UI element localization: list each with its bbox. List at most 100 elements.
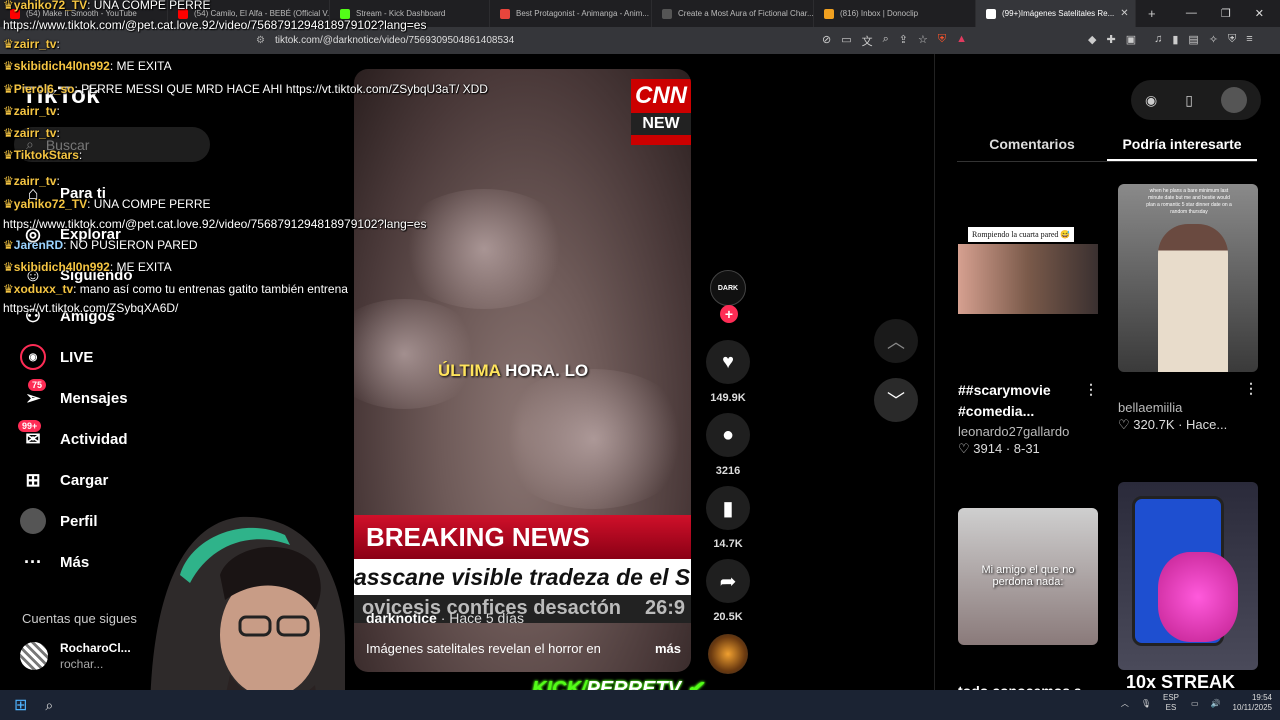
extension-icons: ◆ ✚ ▣ ♫ ▮ ▤ ✧ ⛨ ≡	[1088, 33, 1253, 46]
previous-video-button[interactable]: ︿	[874, 319, 918, 363]
tiktok-logo[interactable]: TikTok	[22, 82, 100, 110]
more-options-icon[interactable]: ⋮	[1244, 380, 1258, 397]
creator-avatar[interactable]: DARK	[710, 270, 746, 306]
vpn-icon[interactable]: ⛨	[1228, 33, 1236, 46]
comment-icon: ●	[706, 413, 750, 457]
phone-icon[interactable]: ▯	[1185, 92, 1193, 109]
more-button[interactable]: más	[655, 641, 681, 656]
menu-icon[interactable]: ≡	[1246, 33, 1252, 46]
nav-profile[interactable]: Perfil	[20, 508, 98, 534]
video-player[interactable]: CNN NEW ÚLTIMA HORA. LO BREAKING NEWS ass…	[354, 69, 691, 672]
share-button[interactable]: ➦ 20.5K	[706, 559, 750, 623]
follow-plus-icon[interactable]: +	[720, 305, 738, 323]
music-disc[interactable]	[708, 634, 748, 674]
following-account[interactable]: RocharoCl... rochar...	[20, 640, 131, 672]
more-options-icon[interactable]: ⋮	[1084, 381, 1098, 398]
tab-suggested[interactable]: Podría interesarte	[1107, 132, 1257, 161]
bookmark-icon[interactable]: ☆	[918, 33, 928, 49]
language-indicator[interactable]: ESP ES	[1163, 693, 1179, 713]
windows-start-icon[interactable]: ⊞	[14, 695, 27, 715]
browser-tab[interactable]: (816) Inbox | Donoclip	[814, 0, 976, 27]
suggested-video-card[interactable]	[1118, 482, 1258, 670]
heart-outline-icon: ♡	[1118, 417, 1130, 432]
next-video-button[interactable]: ﹀	[874, 378, 918, 422]
suggested-video-card[interactable]: Rompiendo la cuarta pared 😅 ##scarymovie…	[958, 184, 1098, 457]
network-icon[interactable]: ▭	[1191, 699, 1199, 708]
translate-icon[interactable]: 文	[862, 33, 873, 49]
panel-toolbar: ◉ ▯	[1131, 80, 1261, 120]
live-icon: ◉	[20, 344, 46, 370]
comment-button[interactable]: ● 3216	[706, 413, 750, 477]
inbox-icon: ➢ 75	[20, 379, 47, 411]
url-field[interactable]: ⚙ tiktok.com/@darknotice/video/756930950…	[256, 30, 816, 51]
breaking-news-banner: BREAKING NEWS	[354, 515, 691, 559]
puzzle-icon[interactable]: ✚	[1106, 33, 1115, 46]
compass-icon[interactable]: ◉	[1145, 92, 1157, 109]
smoke-cloud	[494, 369, 691, 509]
nav-explore[interactable]: ◎ Explorar	[20, 221, 121, 247]
following-icon: ☺	[23, 264, 43, 285]
browser-tab[interactable]: Best Protagonist - Animanga - Anim...	[490, 0, 652, 27]
browser-tab[interactable]: (54) Camilo, El Alfa - BEBÉ (Official V.…	[168, 0, 330, 27]
browser-tab[interactable]: Stream - Kick Dashboard	[330, 0, 490, 27]
nav-activity[interactable]: ✉ 99+ Actividad	[18, 420, 128, 452]
screenshot-icon[interactable]: ▣	[1126, 33, 1136, 46]
microphone-icon[interactable]: 🎙	[1141, 699, 1151, 708]
system-tray: ︿ 🎙 ESP ES ▭ 🔊 19:54 10/11/2025	[1121, 693, 1272, 713]
page-action-icons: ⊘ ▭ 文 ⌕ ⇪ ☆ ⛨ ▲	[822, 33, 967, 49]
chevron-up-icon[interactable]: ︿	[1121, 698, 1129, 709]
nav-live[interactable]: ◉ LIVE	[20, 344, 93, 370]
screen-icon[interactable]: ▭	[841, 33, 851, 49]
activity-icon: ✉ 99+	[18, 420, 46, 452]
zoom-icon[interactable]: ⌕	[883, 33, 889, 49]
smoke-cloud	[394, 189, 574, 309]
nav-messages[interactable]: ➢ 75 Mensajes	[20, 379, 128, 411]
youtube-icon	[178, 8, 188, 19]
volume-icon[interactable]: 🔊	[1211, 699, 1221, 708]
search-icon: ⌕	[26, 136, 34, 152]
suggested-video-card[interactable]: when he plans a bare minimum last minute…	[1118, 184, 1258, 433]
messages-badge: 75	[28, 379, 47, 391]
extension-icon[interactable]: ◆	[1088, 33, 1096, 46]
nav-following[interactable]: ☺ Siguiendo	[20, 262, 133, 288]
video-thumbnail: Mi amigo el que no perdona nada:	[958, 508, 1098, 645]
user-avatar[interactable]	[1220, 87, 1247, 113]
music-icon[interactable]: ♫	[1154, 33, 1162, 46]
maximize-icon[interactable]: ❐	[1221, 7, 1231, 20]
minimize-icon[interactable]: —	[1186, 7, 1197, 20]
tab-comments[interactable]: Comentarios	[957, 132, 1107, 161]
brave-shield-icon[interactable]: ⛨	[938, 33, 946, 49]
video-author[interactable]: darknotice · Hace 5 días	[366, 610, 524, 626]
share-arrow-icon: ➦	[706, 559, 750, 603]
chevron-down-icon: ﹀	[887, 391, 905, 411]
browser-tab[interactable]: Create a Most Aura of Fictional Char...	[652, 0, 814, 27]
close-tab-icon[interactable]: ✕	[1120, 8, 1128, 19]
search-input[interactable]: ⌕ Buscar	[14, 127, 210, 162]
no-track-icon[interactable]: ⊘	[822, 33, 831, 49]
home-icon: ⌂	[27, 182, 39, 203]
browser-tab-active[interactable]: (99+)Imágenes Satelitales Re... ✕	[976, 0, 1136, 27]
sidebar-icon[interactable]: ▮	[1172, 33, 1178, 46]
search-icon[interactable]: ⌕	[45, 697, 53, 714]
suggested-video-card[interactable]: Mi amigo el que no perdona nada: todo co…	[958, 508, 1098, 702]
nav-more[interactable]: ··· Más	[20, 549, 89, 575]
clock[interactable]: 19:54 10/11/2025	[1233, 693, 1272, 713]
video-thumbnail: when he plans a bare minimum last minute…	[1118, 184, 1258, 372]
nav-friends[interactable]: ⚇ Amigos	[20, 303, 115, 329]
leo-icon[interactable]: ✧	[1209, 33, 1218, 46]
site-settings-icon[interactable]: ⚙	[256, 35, 265, 46]
new-tab-icon[interactable]: +	[1148, 6, 1156, 21]
share-icon[interactable]: ⇪	[899, 33, 908, 49]
save-button[interactable]: ▮ 14.7K	[706, 486, 750, 550]
close-window-icon[interactable]: ✕	[1255, 7, 1264, 20]
more-icon: ···	[24, 551, 42, 572]
right-panel: ◉ ▯ Comentarios Podría interesarte Rompi…	[934, 54, 1280, 699]
nav-for-you[interactable]: ⌂ Para ti	[20, 180, 106, 206]
wallet-icon[interactable]: ▤	[1188, 33, 1198, 46]
thumbnail-image	[958, 244, 1098, 314]
browser-tab[interactable]: (54) Make It Smooth - YouTube	[0, 0, 168, 27]
brave-rewards-icon[interactable]: ▲	[956, 33, 967, 49]
hand-image	[1158, 552, 1238, 642]
like-button[interactable]: ♥ 149.9K	[706, 340, 750, 404]
nav-upload[interactable]: ⊞ Cargar	[20, 467, 108, 493]
